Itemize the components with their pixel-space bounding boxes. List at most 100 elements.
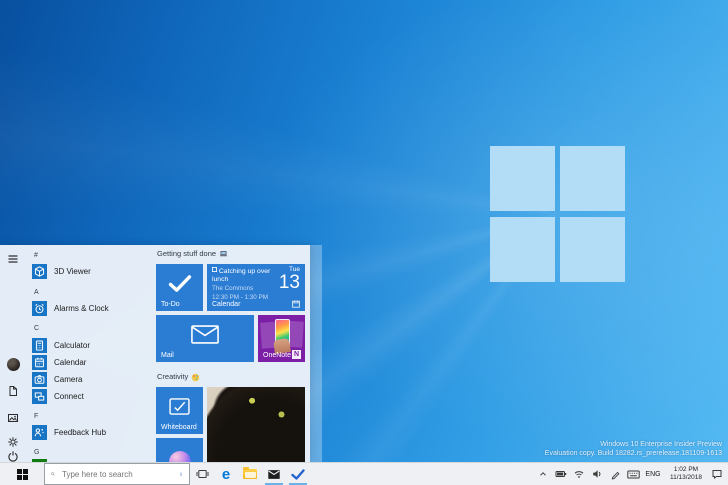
calendar-event: Catching up over lunch The Commons 12:30…	[212, 267, 272, 301]
gear-icon	[8, 437, 18, 447]
chevron-up-icon	[540, 472, 546, 476]
connect-icon	[32, 389, 47, 404]
tile-group-title-getting-stuff-done[interactable]: Getting stuff done	[157, 249, 228, 259]
windows-logo	[490, 146, 626, 282]
calendar-icon	[32, 355, 47, 370]
touch-keyboard-icon	[626, 470, 640, 478]
onenote-logo-badge: N	[292, 350, 301, 359]
network-status[interactable]	[571, 463, 587, 485]
battery-icon	[555, 471, 567, 477]
app-section-header[interactable]: #	[34, 251, 38, 261]
todo-checkmark-icon	[156, 264, 203, 303]
language-indicator[interactable]: ENG	[643, 471, 663, 478]
action-center-icon	[712, 470, 722, 479]
user-avatar	[6, 357, 20, 371]
tile-label: Whiteboard	[161, 424, 197, 431]
photo-tile[interactable]	[207, 387, 305, 462]
cortana-orb-icon	[156, 438, 203, 462]
feedback-hub-icon	[32, 425, 47, 440]
taskbar-search[interactable]	[44, 463, 190, 485]
windows-logo-pane	[490, 217, 555, 282]
whiteboard-icon	[156, 387, 203, 426]
power-button[interactable]	[6, 449, 20, 462]
expand-menu-button[interactable]	[6, 252, 20, 266]
laptop-emoji	[219, 251, 228, 257]
mail-tile[interactable]: Mail	[156, 315, 254, 362]
file-explorer-button[interactable]	[238, 463, 262, 485]
pictures-button[interactable]	[6, 411, 20, 425]
touch-keyboard-button[interactable]	[625, 463, 641, 485]
palette-emoji	[192, 373, 200, 381]
start-button[interactable]	[0, 463, 44, 485]
wifi-icon	[574, 471, 584, 478]
documents-button[interactable]	[6, 384, 20, 398]
calendar-glyph-icon	[292, 300, 300, 308]
battery-status[interactable]	[553, 463, 569, 485]
event-title: Catching up over lunch	[212, 268, 271, 283]
calendar-tile[interactable]: Catching up over lunch The Commons 12:30…	[207, 264, 305, 311]
speaker-icon	[593, 470, 601, 478]
windows-start-icon	[16, 468, 28, 480]
hamburger-icon	[8, 255, 18, 263]
onenote-tile[interactable]: OneNote N	[258, 315, 305, 362]
app-section-header[interactable]: F	[34, 412, 38, 422]
start-menu-acrylic-edge	[310, 245, 322, 462]
show-hidden-icons-button[interactable]	[535, 463, 551, 485]
windows-logo-pane	[560, 217, 625, 282]
app-item-3d-viewer[interactable]: 3D Viewer	[32, 264, 91, 279]
event-time: 12:30 PM - 1:30 PM	[212, 293, 268, 301]
mail-envelope-icon	[156, 315, 254, 354]
pen-status[interactable]	[607, 463, 623, 485]
tile-label: Calendar	[212, 301, 241, 308]
task-view-icon	[196, 470, 208, 478]
task-view-button[interactable]	[190, 463, 214, 485]
search-icon	[51, 472, 55, 476]
clock-time: 1:02 PM	[673, 466, 699, 473]
calendar-date: Tue 13	[279, 266, 300, 293]
app-item-calendar[interactable]: Calendar	[32, 355, 86, 370]
user-account-button[interactable]	[6, 357, 20, 371]
app-section-header[interactable]: A	[34, 288, 39, 298]
app-item-connect[interactable]: Connect	[32, 389, 84, 404]
taskbar: e	[0, 462, 728, 485]
todo-button[interactable]	[286, 463, 310, 485]
evaluation-watermark: Windows 10 Enterprise Insider Preview Ev…	[545, 440, 722, 458]
watermark-line2: Evaluation copy. Build 18282.rs_prerelea…	[544, 450, 722, 457]
app-item-calculator[interactable]: Calculator	[32, 338, 90, 353]
clock-date: 11/13/2018	[669, 474, 703, 481]
edge-button[interactable]: e	[214, 463, 238, 485]
volume-status[interactable]	[589, 463, 605, 485]
event-location: The Commons	[212, 285, 254, 292]
start-menu: # 3D Viewer A Alarms & Clock C Calculato…	[0, 245, 310, 462]
microphone-icon[interactable]	[179, 469, 183, 480]
app-item-feedback-hub[interactable]: Feedback Hub	[32, 425, 106, 440]
pen-icon	[611, 471, 619, 480]
document-icon	[9, 386, 17, 396]
calculator-icon	[32, 338, 47, 353]
tile-area: Getting stuff done To-Do Catching up ove…	[156, 245, 306, 462]
settings-button[interactable]	[6, 435, 20, 449]
start-menu-rail	[0, 245, 26, 462]
tile-group-title-creativity[interactable]: Creativity	[157, 372, 200, 382]
app-section-header[interactable]: C	[34, 324, 39, 334]
file-explorer-icon	[243, 467, 257, 479]
todo-tile[interactable]: To-Do	[156, 264, 203, 311]
mail-button[interactable]	[262, 463, 286, 485]
camera-icon	[32, 372, 47, 387]
search-input[interactable]	[60, 468, 174, 480]
mail-icon	[268, 469, 280, 479]
app-list: # 3D Viewer A Alarms & Clock C Calculato…	[32, 245, 154, 462]
app-item-camera[interactable]: Camera	[32, 372, 82, 387]
app-section-header[interactable]: G	[34, 448, 39, 458]
clock[interactable]: 1:02 PM 11/13/2018	[665, 466, 707, 482]
whiteboard-tile[interactable]: Whiteboard	[156, 387, 203, 434]
action-center-button[interactable]	[709, 463, 725, 485]
windows-logo-pane	[560, 146, 625, 211]
calendar-day: 13	[278, 272, 300, 293]
tile-label: OneNote	[263, 352, 292, 359]
todo-check-icon	[291, 468, 305, 480]
cortana-tile[interactable]	[156, 438, 203, 462]
watermark-line1: Windows 10 Enterprise Insider Preview	[600, 441, 722, 448]
tile-label: To-Do	[161, 301, 180, 308]
app-item-alarms-clock[interactable]: Alarms & Clock	[32, 301, 109, 316]
